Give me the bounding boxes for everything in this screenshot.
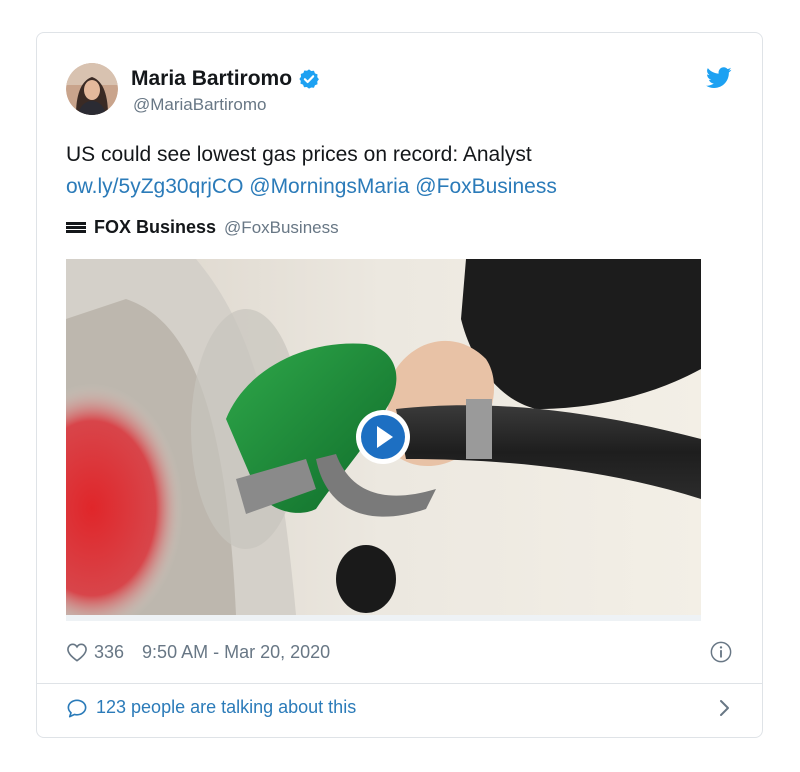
tweet-meta-row: 336 9:50 AM - Mar 20, 2020 — [66, 641, 732, 663]
mention-foxbusiness[interactable]: @FoxBusiness — [415, 175, 557, 198]
author-display-name[interactable]: Maria Bartiromo — [131, 67, 292, 91]
media-bottom-strip — [66, 615, 701, 621]
heart-icon — [67, 643, 87, 662]
mention-morningsmaria[interactable]: @MorningsMaria — [249, 175, 409, 198]
speech-bubble-icon — [67, 698, 87, 717]
divider — [37, 683, 762, 684]
tweet-timestamp[interactable]: 9:50 AM - Mar 20, 2020 — [142, 642, 330, 663]
source-name[interactable]: FOX Business — [94, 217, 216, 238]
play-button[interactable] — [356, 410, 410, 464]
source-handle[interactable]: @FoxBusiness — [224, 218, 339, 238]
talking-label: 123 people are talking about this — [96, 697, 357, 717]
conversation-link[interactable]: 123 people are talking about this — [66, 697, 732, 718]
gas-pump-photo — [66, 259, 701, 615]
tweet-body: US could see lowest gas prices on record… — [66, 143, 532, 166]
author-name-row: Maria Bartiromo — [131, 67, 320, 91]
media-source-row: FOX Business @FoxBusiness — [66, 217, 339, 238]
video-thumbnail[interactable] — [66, 259, 701, 615]
info-icon[interactable] — [710, 641, 732, 663]
author-handle[interactable]: @MariaBartiromo — [133, 95, 266, 115]
twitter-bird-icon[interactable] — [706, 67, 732, 89]
like-button[interactable]: 336 — [66, 642, 124, 663]
avatar[interactable] — [66, 63, 118, 115]
verified-badge-icon — [299, 69, 319, 89]
tweet-card: Maria Bartiromo @MariaBartiromo US could… — [36, 32, 763, 738]
chevron-right-icon — [720, 699, 729, 716]
tweet-link[interactable]: ow.ly/5yZg30qrjCO — [66, 175, 243, 198]
fox-business-logo-icon — [66, 222, 86, 234]
like-count: 336 — [94, 641, 125, 662]
tweet-links-line: ow.ly/5yZg30qrjCO @MorningsMaria @FoxBus… — [66, 171, 732, 203]
tweet-text: US could see lowest gas prices on record… — [66, 139, 732, 203]
